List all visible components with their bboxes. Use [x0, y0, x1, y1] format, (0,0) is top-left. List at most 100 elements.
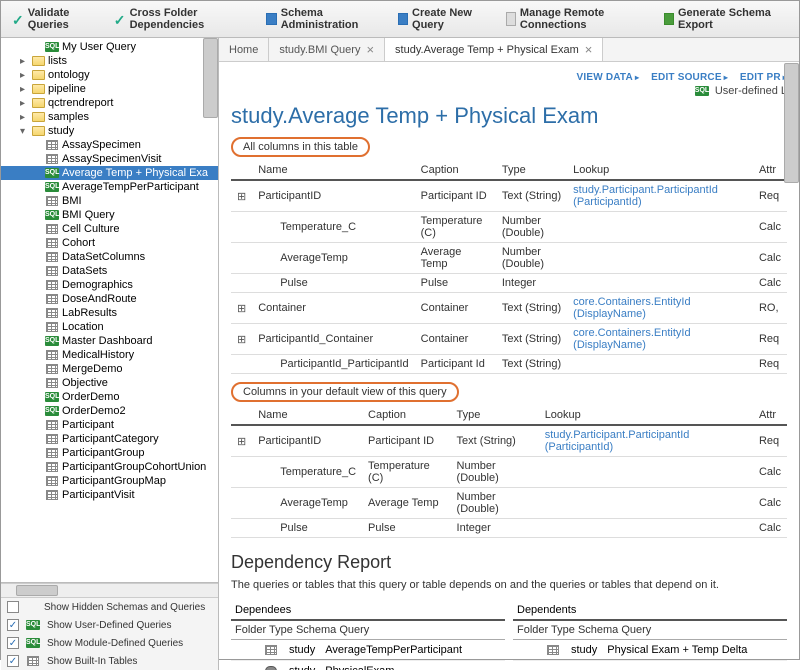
dep-row[interactable]: studyPhysical Exam + Temp Delta — [513, 640, 787, 661]
content-scrollbar[interactable] — [784, 63, 799, 183]
tree-item-location[interactable]: Location — [1, 320, 218, 334]
expand-icon[interactable]: ⊞ — [231, 324, 252, 355]
tree-item-ontology[interactable]: ▸ontology — [1, 68, 218, 82]
tree-item-participantgroup[interactable]: ParticipantGroup — [1, 446, 218, 460]
dep-query-link[interactable]: PhysicalExam — [325, 665, 394, 670]
tree-item-demographics[interactable]: Demographics — [1, 278, 218, 292]
tree-toggle-icon[interactable]: ▸ — [17, 98, 28, 109]
schema-tree[interactable]: SQLMy User Query▸lists▸ontology▸pipeline… — [1, 38, 218, 582]
tree-item-orderdemo[interactable]: SQLOrderDemo — [1, 390, 218, 404]
col-caption: Average Temp — [415, 243, 496, 274]
option-show-built-in-tables[interactable]: ✓Show Built-In Tables — [1, 652, 218, 670]
tree-item-participantgroupcohortunion[interactable]: ParticipantGroupCohortUnion — [1, 460, 218, 474]
tree-item-participant[interactable]: Participant — [1, 418, 218, 432]
tree-item-objective[interactable]: Objective — [1, 376, 218, 390]
tree-toggle-icon[interactable]: ▾ — [17, 126, 28, 137]
tree-item-labresults[interactable]: LabResults — [1, 306, 218, 320]
table-row[interactable]: PulsePulseIntegerCalc — [231, 519, 787, 538]
option-show-module-defined-queries[interactable]: ✓SQLShow Module-Defined Queries — [1, 634, 218, 652]
table-row[interactable]: ⊞ParticipantIDParticipant IDText (String… — [231, 180, 787, 212]
toolbar-manage-remote-connections[interactable]: Manage Remote Connections — [500, 4, 656, 34]
dep-header: Dependents — [513, 601, 787, 621]
tree-toggle-icon[interactable]: ▸ — [17, 56, 28, 67]
tree-item-qctrendreport[interactable]: ▸qctrendreport — [1, 96, 218, 110]
col-lookup[interactable]: study.Participant.ParticipantId (Partici… — [567, 180, 753, 212]
table-icon — [547, 645, 559, 655]
col-caption: Participant Id — [415, 355, 496, 374]
dep-query-link[interactable]: Physical Exam + Temp Delta — [607, 644, 747, 656]
table-row[interactable]: AverageTempAverage TempNumber (Double)Ca… — [231, 243, 787, 274]
tree-item-cell-culture[interactable]: Cell Culture — [1, 222, 218, 236]
tree-item-study[interactable]: ▾ study — [1, 124, 218, 138]
table-row[interactable]: ParticipantId_ParticipantIdParticipant I… — [231, 355, 787, 374]
table-row[interactable]: AverageTempAverage TempNumber (Double)Ca… — [231, 488, 787, 519]
checkbox-icon[interactable] — [7, 601, 19, 613]
tree-item-bmi-query[interactable]: SQLBMI Query — [1, 208, 218, 222]
tree-toggle-icon[interactable]: ▸ — [17, 70, 28, 81]
tree-item-label: study — [48, 125, 74, 137]
checkbox-icon[interactable]: ✓ — [7, 655, 19, 667]
tree-item-mergedemo[interactable]: MergeDemo — [1, 362, 218, 376]
col-lookup[interactable]: core.Containers.EntityId (DisplayName) — [567, 324, 753, 355]
tree-item-pipeline[interactable]: ▸pipeline — [1, 82, 218, 96]
tree-item-participantcategory[interactable]: ParticipantCategory — [1, 432, 218, 446]
dep-query-link[interactable]: AverageTempPerParticipant — [325, 644, 462, 656]
tree-item-samples[interactable]: ▸samples — [1, 110, 218, 124]
link-edit-source[interactable]: EDIT SOURCE▸ — [651, 72, 728, 83]
expand-icon[interactable]: ⊞ — [231, 293, 252, 324]
tree-scrollbar[interactable] — [203, 38, 218, 118]
toolbar-generate-schema-export[interactable]: Generate Schema Export — [658, 4, 794, 34]
tree-item-label: Cell Culture — [62, 223, 119, 235]
option-show-hidden-schemas-and-queries[interactable]: Show Hidden Schemas and Queries — [1, 598, 218, 616]
tree-item-lists[interactable]: ▸lists — [1, 54, 218, 68]
section-all-columns-label: All columns in this table — [231, 137, 370, 157]
tree-item-datasets[interactable]: DataSets — [1, 264, 218, 278]
tree-item-assayspecimen[interactable]: AssaySpecimen — [1, 138, 218, 152]
tab-study-bmi-query[interactable]: study.BMI Query× — [269, 38, 385, 61]
dep-row[interactable]: studyPhysicalExam — [231, 661, 505, 670]
expand-icon[interactable]: ⊞ — [231, 180, 252, 212]
link-edit-pr[interactable]: EDIT PR▸ — [740, 72, 787, 83]
checkbox-icon[interactable]: ✓ — [7, 637, 19, 649]
expand-icon[interactable]: ⊞ — [231, 425, 252, 457]
col-caption: Container — [415, 293, 496, 324]
tree-item-average-temp-physical-exa[interactable]: SQLAverage Temp + Physical Exa — [1, 166, 218, 180]
tree-item-participantgroupmap[interactable]: ParticipantGroupMap — [1, 474, 218, 488]
tree-item-averagetempperparticipant[interactable]: SQLAverageTempPerParticipant — [1, 180, 218, 194]
tree-item-assayspecimenvisit[interactable]: AssaySpecimenVisit — [1, 152, 218, 166]
table-row[interactable]: PulsePulseIntegerCalc — [231, 274, 787, 293]
toolbar-create-new-query[interactable]: Create New Query — [392, 4, 498, 34]
toolbar-validate-queries[interactable]: ✓Validate Queries — [6, 4, 106, 34]
check-icon: ✓ — [114, 12, 126, 26]
table-row[interactable]: Temperature_CTemperature (C)Number (Doub… — [231, 457, 787, 488]
link-view-data[interactable]: VIEW DATA▸ — [577, 72, 640, 83]
tree-item-doseandroute[interactable]: DoseAndRoute — [1, 292, 218, 306]
checkbox-icon[interactable]: ✓ — [7, 619, 19, 631]
sidebar-h-scrollbar[interactable] — [1, 583, 218, 598]
tree-item-datasetcolumns[interactable]: DataSetColumns — [1, 250, 218, 264]
option-show-user-defined-queries[interactable]: ✓SQLShow User-Defined Queries — [1, 616, 218, 634]
table-row[interactable]: ⊞ParticipantId_ContainerContainerText (S… — [231, 324, 787, 355]
col-lookup[interactable]: study.Participant.ParticipantId (Partici… — [539, 425, 753, 457]
table-row[interactable]: ⊞ParticipantIDParticipant IDText (String… — [231, 425, 787, 457]
tree-item-master-dashboard[interactable]: SQLMaster Dashboard — [1, 334, 218, 348]
col-lookup[interactable]: core.Containers.EntityId (DisplayName) — [567, 293, 753, 324]
tree-item-cohort[interactable]: Cohort — [1, 236, 218, 250]
dep-row[interactable]: studyAverageTempPerParticipant — [231, 640, 505, 661]
tree-item-label: OrderDemo — [62, 391, 119, 403]
tree-toggle-icon[interactable]: ▸ — [17, 84, 28, 95]
tree-item-bmi[interactable]: BMI — [1, 194, 218, 208]
tree-toggle-icon[interactable]: ▸ — [17, 112, 28, 123]
tree-item-orderdemo2[interactable]: SQLOrderDemo2 — [1, 404, 218, 418]
close-icon[interactable]: × — [366, 42, 374, 57]
table-row[interactable]: Temperature_CTemperature (C)Number (Doub… — [231, 212, 787, 243]
tree-item-participantvisit[interactable]: ParticipantVisit — [1, 488, 218, 502]
tree-item-my-user-query[interactable]: SQLMy User Query — [1, 40, 218, 54]
tree-item-medicalhistory[interactable]: MedicalHistory — [1, 348, 218, 362]
toolbar-cross-folder-dependencies[interactable]: ✓Cross Folder Dependencies — [108, 4, 259, 34]
close-icon[interactable]: × — [585, 42, 593, 57]
tab-home[interactable]: Home — [219, 38, 269, 61]
toolbar-schema-administration[interactable]: Schema Administration — [260, 4, 389, 34]
table-row[interactable]: ⊞ContainerContainerText (String)core.Con… — [231, 293, 787, 324]
tab-study-average-temp-physical-exam[interactable]: study.Average Temp + Physical Exam× — [385, 38, 603, 61]
